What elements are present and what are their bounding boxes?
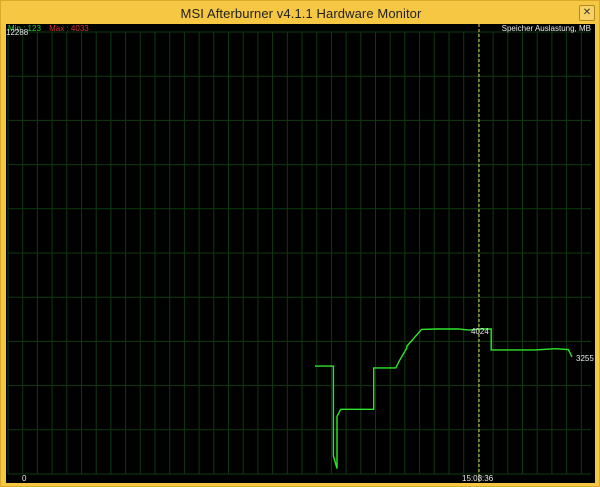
y-min-label: 0 <box>22 474 27 483</box>
max-value-label: Max : 4033 <box>49 24 89 33</box>
y-max-label: 12288 <box>6 28 29 37</box>
cursor-time-label: 15:08:36 <box>462 474 494 483</box>
memory-usage-graph[interactable]: Min : 123 Max : 4033 12288 0 Speicher Au… <box>6 24 595 483</box>
title-bar[interactable]: MSI Afterburner v4.1.1 Hardware Monitor … <box>1 1 600 25</box>
close-button[interactable]: ✕ <box>579 5 595 21</box>
window-title: MSI Afterburner v4.1.1 Hardware Monitor <box>180 5 422 21</box>
current-value-label: 3255 <box>576 354 594 363</box>
close-icon: ✕ <box>582 7 592 18</box>
hardware-monitor-window: MSI Afterburner v4.1.1 Hardware Monitor … <box>0 0 600 487</box>
graph-canvas <box>7 24 591 483</box>
cursor-value-label: 4024 <box>471 327 489 336</box>
series-name-label: Speicher Auslastung, MB <box>501 24 591 33</box>
memory-usage-line <box>315 328 573 469</box>
